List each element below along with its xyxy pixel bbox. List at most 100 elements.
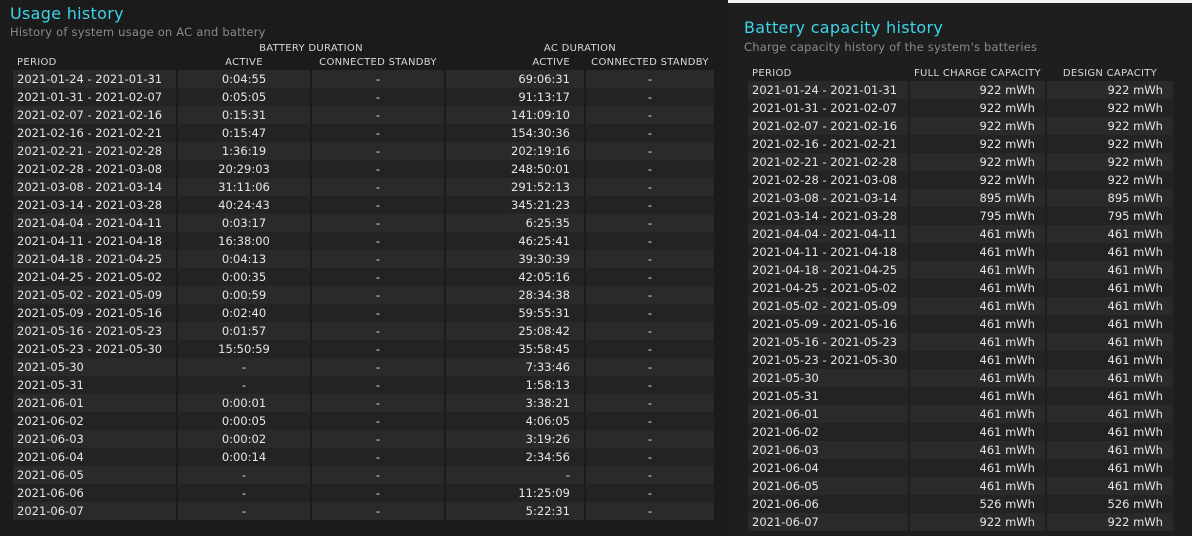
- battery-active-cell: 0:00:05: [178, 412, 310, 430]
- battery-active-cell: 0:05:05: [178, 88, 310, 106]
- ac-standby-cell: -: [586, 232, 714, 250]
- ac-standby-cell: -: [586, 142, 714, 160]
- table-row: 2021-06-02 461 mWh 461 mWh: [748, 423, 1173, 441]
- design-capacity-cell: 461 mWh: [1046, 387, 1173, 405]
- ac-standby-cell: -: [586, 88, 714, 106]
- full-charge-capacity-cell: 461 mWh: [910, 423, 1045, 441]
- period-cell: 2021-02-21 - 2021-02-28: [13, 142, 176, 160]
- table-row: 2021-06-07 922 mWh 922 mWh: [748, 513, 1173, 531]
- battery-standby-cell: -: [312, 376, 444, 394]
- table-row: 2021-06-01 0:00:01-3:38:21-: [13, 394, 714, 412]
- design-capacity-cell: 922 mWh: [1046, 117, 1173, 135]
- design-capacity-cell: 461 mWh: [1046, 459, 1173, 477]
- ac-standby-cell: -: [586, 178, 714, 196]
- full-charge-capacity-cell: 461 mWh: [910, 441, 1045, 459]
- period-cell: 2021-02-28 - 2021-03-08: [13, 160, 176, 178]
- battery-standby-cell: -: [312, 106, 444, 124]
- full-charge-capacity-cell: 461 mWh: [910, 405, 1045, 423]
- period-cell: 2021-04-11 - 2021-04-18: [13, 232, 176, 250]
- period-cell: 2021-05-30: [13, 358, 176, 376]
- design-capacity-cell: 795 mWh: [1046, 207, 1173, 225]
- period-cell: 2021-04-18 - 2021-04-25: [13, 250, 176, 268]
- ac-standby-cell: -: [586, 124, 714, 142]
- period-cell: 2021-06-05: [13, 466, 176, 484]
- battery-standby-cell: -: [312, 142, 444, 160]
- ac-active-cell: 154:30:36: [446, 124, 584, 142]
- full-charge-capacity-cell: 461 mWh: [910, 261, 1045, 279]
- battery-standby-cell: -: [312, 124, 444, 142]
- ac-active-cell: -: [446, 466, 584, 484]
- table-row: 2021-02-21 - 2021-02-28 1:36:19-202:19:16…: [13, 142, 714, 160]
- table-row: 2021-06-05 461 mWh 461 mWh: [748, 477, 1173, 495]
- table-row: 2021-04-04 - 2021-04-11 0:03:17-6:25:35-: [13, 214, 714, 232]
- ac-standby-cell: -: [586, 394, 714, 412]
- table-row: 2021-05-02 - 2021-05-09 461 mWh 461 mWh: [748, 297, 1173, 315]
- period-cell: 2021-06-06: [13, 484, 176, 502]
- design-capacity-cell: 461 mWh: [1046, 351, 1173, 369]
- ac-standby-column-header: CONNECTED STANDBY: [591, 57, 709, 68]
- battery-active-cell: 0:04:55: [178, 70, 310, 88]
- ac-active-cell: 69:06:31: [446, 70, 584, 88]
- battery-active-cell: 0:03:17: [178, 214, 310, 232]
- battery-standby-cell: -: [312, 214, 444, 232]
- table-row: 2021-02-21 - 2021-02-28 922 mWh 922 mWh: [748, 153, 1173, 171]
- table-row: 2021-05-09 - 2021-05-16 461 mWh 461 mWh: [748, 315, 1173, 333]
- period-cell: 2021-04-04 - 2021-04-11: [13, 214, 176, 232]
- ac-standby-cell: -: [586, 304, 714, 322]
- battery-active-cell: 0:00:01: [178, 394, 310, 412]
- ac-standby-cell: -: [586, 502, 714, 520]
- ac-active-cell: 25:08:42: [446, 322, 584, 340]
- period-cell: 2021-06-07: [13, 502, 176, 520]
- period-cell: 2021-02-21 - 2021-02-28: [748, 153, 908, 171]
- period-cell: 2021-04-04 - 2021-04-11: [748, 225, 908, 243]
- full-charge-capacity-cell: 922 mWh: [910, 117, 1045, 135]
- battery-active-cell: 0:00:14: [178, 448, 310, 466]
- battery-active-cell: 0:04:13: [178, 250, 310, 268]
- table-row: 2021-06-04 0:00:14-2:34:56-: [13, 448, 714, 466]
- battery-standby-cell: -: [312, 466, 444, 484]
- ac-standby-cell: -: [586, 430, 714, 448]
- ac-duration-header: AC DURATION: [543, 43, 617, 54]
- battery-active-cell: 0:00:02: [178, 430, 310, 448]
- period-cell: 2021-06-04: [748, 459, 908, 477]
- group-header-spacer: [13, 42, 176, 56]
- design-capacity-cell: 895 mWh: [1046, 189, 1173, 207]
- period-cell: 2021-05-30: [748, 369, 908, 387]
- ac-standby-cell: -: [586, 286, 714, 304]
- design-capacity-cell: 461 mWh: [1046, 423, 1173, 441]
- battery-active-cell: 16:38:00: [178, 232, 310, 250]
- full-charge-capacity-cell: 922 mWh: [910, 513, 1045, 531]
- table-row: 2021-03-08 - 2021-03-14 31:11:06-291:52:1…: [13, 178, 714, 196]
- ac-active-cell: 202:19:16: [446, 142, 584, 160]
- ac-standby-cell: -: [586, 196, 714, 214]
- battery-standby-cell: -: [312, 178, 444, 196]
- table-row: 2021-01-31 - 2021-02-07 0:05:05-91:13:17-: [13, 88, 714, 106]
- ac-active-cell: 28:34:38: [446, 286, 584, 304]
- table-row: 2021-04-18 - 2021-04-25 0:04:13-39:30:39-: [13, 250, 714, 268]
- table-row: 2021-06-06- -11:25:09-: [13, 484, 714, 502]
- battery-standby-cell: -: [312, 286, 444, 304]
- battery-active-cell: 0:02:40: [178, 304, 310, 322]
- battery-active-column-header: ACTIVE: [225, 57, 263, 68]
- battery-standby-cell: -: [312, 322, 444, 340]
- battery-duration-header: BATTERY DURATION: [259, 43, 363, 54]
- ac-standby-cell: -: [586, 70, 714, 88]
- capacity-column-header-row: PERIOD FULL CHARGE CAPACITY DESIGN CAPAC…: [748, 67, 1173, 81]
- design-capacity-cell: 922 mWh: [1046, 81, 1173, 99]
- period-cell: 2021-02-07 - 2021-02-16: [748, 117, 908, 135]
- full-charge-capacity-cell: 461 mWh: [910, 279, 1045, 297]
- ac-active-cell: 91:13:17: [446, 88, 584, 106]
- period-cell: 2021-04-18 - 2021-04-25: [748, 261, 908, 279]
- ac-active-cell: 7:33:46: [446, 358, 584, 376]
- table-row: 2021-06-01 461 mWh 461 mWh: [748, 405, 1173, 423]
- design-capacity-cell: 922 mWh: [1046, 99, 1173, 117]
- ac-standby-cell: -: [586, 250, 714, 268]
- period-cell: 2021-06-04: [13, 448, 176, 466]
- period-cell: 2021-05-09 - 2021-05-16: [748, 315, 908, 333]
- table-row: 2021-05-02 - 2021-05-09 0:00:59-28:34:38-: [13, 286, 714, 304]
- battery-standby-cell: -: [312, 430, 444, 448]
- table-row: 2021-05-30 461 mWh 461 mWh: [748, 369, 1173, 387]
- table-row: 2021-05-16 - 2021-05-23 0:01:57-25:08:42-: [13, 322, 714, 340]
- period-cell: 2021-05-23 - 2021-05-30: [748, 351, 908, 369]
- full-charge-capacity-cell: 461 mWh: [910, 459, 1045, 477]
